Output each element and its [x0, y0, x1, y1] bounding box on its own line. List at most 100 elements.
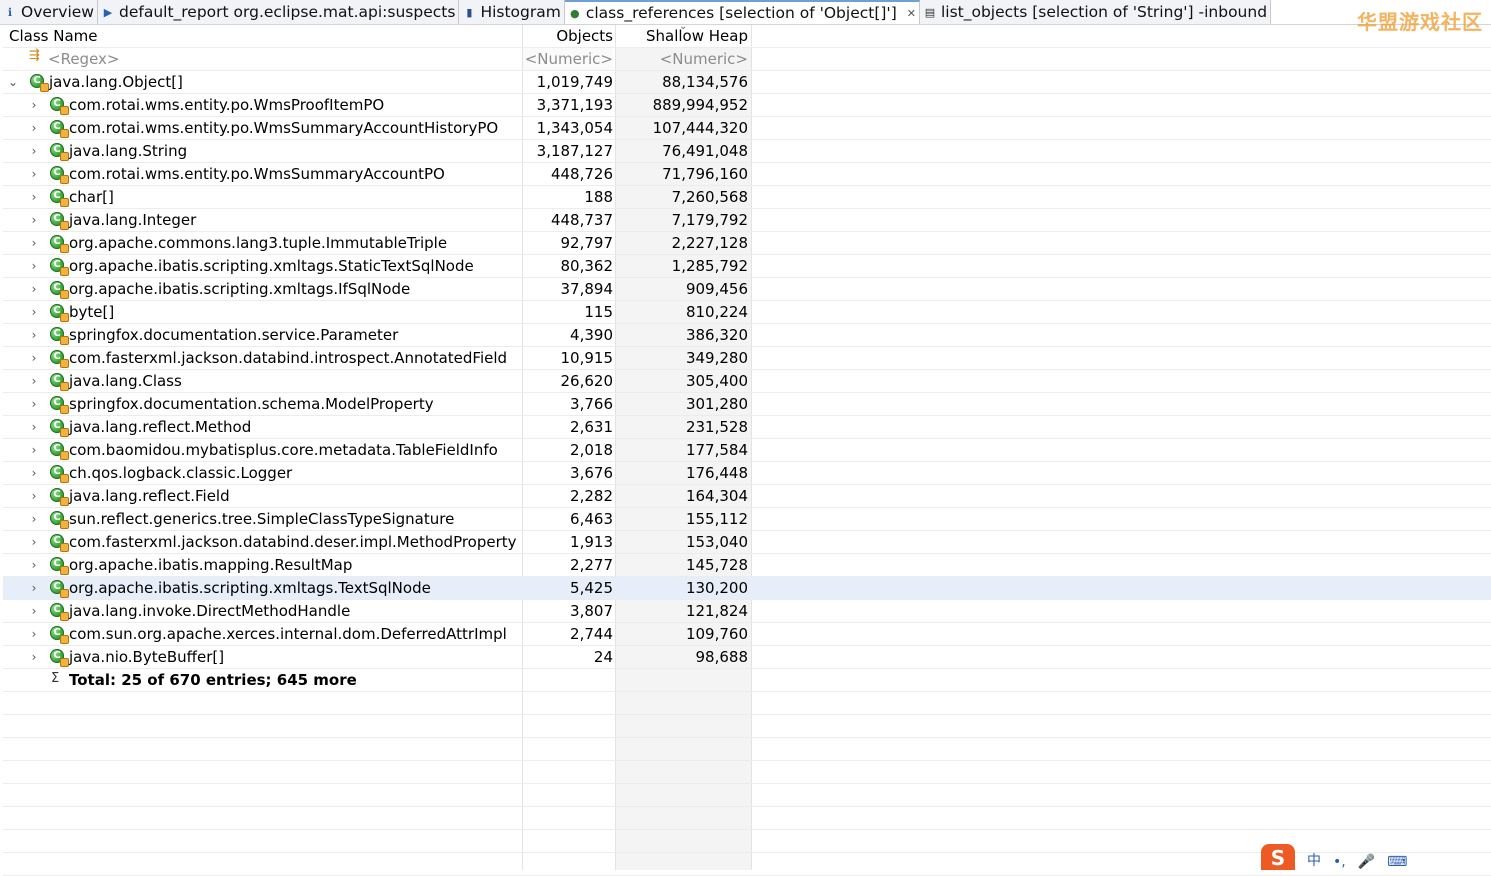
chevron-right-icon[interactable]: › [28, 646, 40, 668]
class-name: org.apache.ibatis.scripting.xmltags.Text… [69, 579, 431, 597]
tab-label: class_references [selection of 'Object[]… [585, 4, 897, 22]
table-row[interactable]: › org.apache.ibatis.scripting.xmltags.Sta… [3, 255, 1491, 278]
objects-value: 2,631 [570, 418, 613, 436]
table-row[interactable]: › com.rotai.wms.entity.po.WmsSummaryAccou… [3, 117, 1491, 140]
class-icon [50, 97, 68, 114]
objects-value: 448,726 [550, 165, 613, 183]
heap-value: 109,760 [685, 625, 748, 643]
empty-row [3, 715, 1491, 738]
chevron-right-icon[interactable]: › [28, 232, 40, 254]
editor-tab-bar: ℹ Overview ▶ default_report org.eclipse.mat… [0, 0, 1491, 25]
chevron-right-icon[interactable]: › [28, 255, 40, 277]
table-row[interactable]: › org.apache.ibatis.mapping.ResultMap 2,27… [3, 554, 1491, 577]
tray-item-2[interactable]: 🎤 [1358, 854, 1375, 870]
tray-item-3[interactable]: ⌨ [1387, 854, 1407, 870]
chevron-right-icon[interactable]: › [28, 462, 40, 484]
chevron-right-icon[interactable]: › [28, 531, 40, 553]
chevron-right-icon[interactable]: › [28, 140, 40, 162]
objects-value: 2,744 [570, 625, 613, 643]
objects-filter-input[interactable]: <Numeric> [523, 48, 613, 70]
chevron-right-icon[interactable]: › [28, 439, 40, 461]
class-icon [50, 396, 68, 413]
objects-value: 2,018 [570, 441, 613, 459]
class-icon [50, 350, 68, 367]
table-row[interactable]: › byte[] 115 810,224 [3, 301, 1491, 324]
table-row[interactable]: › java.lang.Class 26,620 305,400 [3, 370, 1491, 393]
chevron-right-icon[interactable]: › [28, 393, 40, 415]
chevron-right-icon[interactable]: › [28, 278, 40, 300]
column-header-objects[interactable]: Objects [523, 25, 613, 47]
chevron-right-icon[interactable]: › [28, 163, 40, 185]
info-icon: ℹ [7, 5, 13, 19]
table-row[interactable]: › char[] 188 7,260,568 [3, 186, 1491, 209]
table-row[interactable]: › com.rotai.wms.entity.po.WmsProofItemPO 3… [3, 94, 1491, 117]
chevron-right-icon[interactable]: › [28, 416, 40, 438]
table-row[interactable]: › com.sun.org.apache.xerces.internal.dom.… [3, 623, 1491, 646]
class-icon [50, 557, 68, 574]
table-row[interactable]: › org.apache.ibatis.scripting.xmltags.Tex… [3, 577, 1491, 600]
class-icon [50, 120, 68, 137]
chevron-right-icon[interactable]: › [28, 577, 40, 599]
table-row[interactable]: › com.fasterxml.jackson.databind.introspe… [3, 347, 1491, 370]
tab-2[interactable]: ▮ Histogram [459, 0, 565, 24]
chevron-right-icon[interactable]: › [28, 554, 40, 576]
tab-1[interactable]: ▶ default_report org.eclipse.mat.api:susp… [97, 0, 460, 24]
table-row[interactable]: › com.fasterxml.jackson.databind.deser.im… [3, 531, 1491, 554]
chevron-right-icon[interactable]: › [28, 370, 40, 392]
total-label: Total: 25 of 670 entries; 645 more [69, 671, 357, 689]
tab-4[interactable]: ▤ list_objects [selection of 'String'] -i… [919, 0, 1272, 24]
ime-logo-icon[interactable]: S [1261, 844, 1295, 870]
objects-value: 188 [584, 188, 613, 206]
class-icon [50, 534, 68, 551]
chevron-down-icon[interactable]: ⌄ [7, 71, 19, 93]
class-name: com.sun.org.apache.xerces.internal.dom.D… [69, 625, 507, 643]
objects-value: 6,463 [570, 510, 613, 528]
chevron-right-icon[interactable]: › [28, 209, 40, 231]
table-row[interactable]: › springfox.documentation.service.Paramet… [3, 324, 1491, 347]
table-row-root[interactable]: ⌄ java.lang.Object[] 1,019,749 88,134,57… [3, 71, 1491, 94]
name-filter-input[interactable]: <Regex> [3, 48, 521, 70]
heap-value: 177,584 [685, 441, 748, 459]
chevron-right-icon[interactable]: › [28, 508, 40, 530]
table-row[interactable]: › java.lang.invoke.DirectMethodHandle 3,80… [3, 600, 1491, 623]
heap-value: 305,400 [685, 372, 748, 390]
column-header-class-name[interactable]: Class Name [3, 25, 521, 47]
chevron-right-icon[interactable]: › [28, 347, 40, 369]
chevron-right-icon[interactable]: › [28, 324, 40, 346]
class-name: java.lang.invoke.DirectMethodHandle [69, 602, 351, 620]
class-name: com.rotai.wms.entity.po.WmsProofItemPO [69, 96, 385, 114]
table-row[interactable]: › org.apache.commons.lang3.tuple.Immutabl… [3, 232, 1491, 255]
chevron-right-icon[interactable]: › [28, 117, 40, 139]
class-name: com.baomidou.mybatisplus.core.metadata.T… [69, 441, 498, 459]
table-row[interactable]: › java.lang.String 3,187,127 76,491,048 [3, 140, 1491, 163]
chevron-right-icon[interactable]: › [28, 600, 40, 622]
chevron-right-icon[interactable]: › [28, 485, 40, 507]
table-row[interactable]: › com.rotai.wms.entity.po.WmsSummaryAccou… [3, 163, 1491, 186]
tray-item-0[interactable]: 中 [1307, 850, 1321, 870]
tray-item-1[interactable]: •, [1333, 854, 1346, 870]
table-row[interactable]: › springfox.documentation.schema.ModelPro… [3, 393, 1491, 416]
table-row[interactable]: › java.nio.ByteBuffer[] 24 98,688 [3, 646, 1491, 669]
table-row[interactable]: › java.lang.reflect.Method 2,631 231,528 [3, 416, 1491, 439]
heap-value: 909,456 [685, 280, 748, 298]
chevron-right-icon[interactable]: › [28, 186, 40, 208]
table-row[interactable]: › sun.reflect.generics.tree.SimpleClassTy… [3, 508, 1491, 531]
table-row[interactable]: › com.baomidou.mybatisplus.core.metadata.… [3, 439, 1491, 462]
table-row[interactable]: › org.apache.ibatis.scripting.xmltags.IfS… [3, 278, 1491, 301]
tab-0[interactable]: ℹ Overview [0, 0, 98, 24]
chevron-right-icon[interactable]: › [28, 301, 40, 323]
table-row[interactable]: › java.lang.Integer 448,737 7,179,792 [3, 209, 1491, 232]
chevron-right-icon[interactable]: › [28, 94, 40, 116]
table-row[interactable]: › java.lang.reflect.Field 2,282 164,304 [3, 485, 1491, 508]
chevron-right-icon[interactable]: › [28, 623, 40, 645]
tab-3[interactable]: ● class_references [selection of 'Object[… [564, 0, 920, 24]
objects-value: 2,282 [570, 487, 613, 505]
heap-value: 88,134,576 [662, 73, 748, 91]
heap-filter-input[interactable]: <Numeric> [617, 48, 748, 70]
column-header-shallow-heap[interactable]: ⌄ Shallow Heap [617, 25, 748, 47]
class-icon [50, 304, 68, 321]
close-icon[interactable]: ✕ [907, 7, 916, 20]
table-row[interactable]: › ch.qos.logback.classic.Logger 3,676 176,4… [3, 462, 1491, 485]
objects-value: 10,915 [560, 349, 614, 367]
objects-value: 115 [584, 303, 613, 321]
